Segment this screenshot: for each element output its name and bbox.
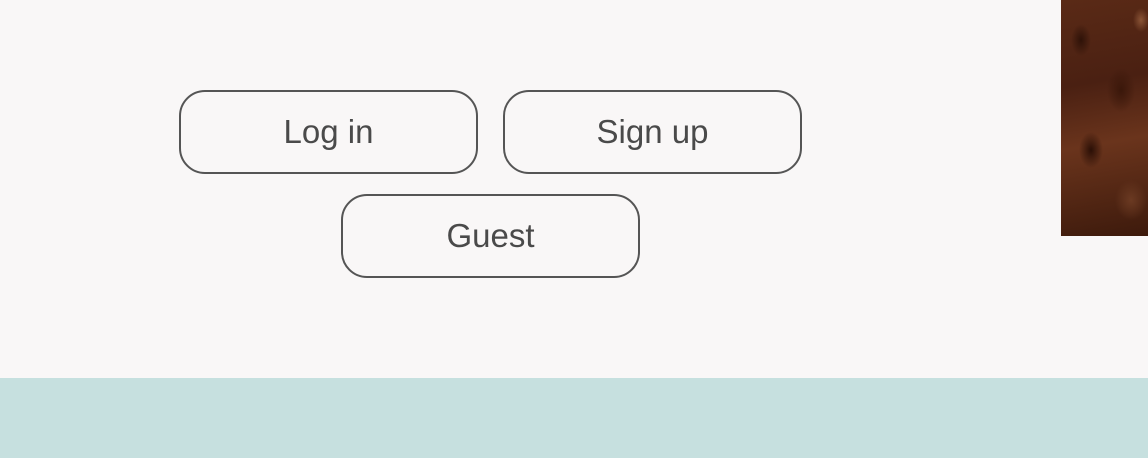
guest-button[interactable]: Guest [341, 194, 640, 278]
footer-band [0, 378, 1148, 458]
login-button[interactable]: Log in [179, 90, 478, 174]
auth-panel: Log in Sign up Guest [0, 0, 1148, 378]
decorative-photo [1061, 0, 1148, 236]
signup-button[interactable]: Sign up [503, 90, 802, 174]
